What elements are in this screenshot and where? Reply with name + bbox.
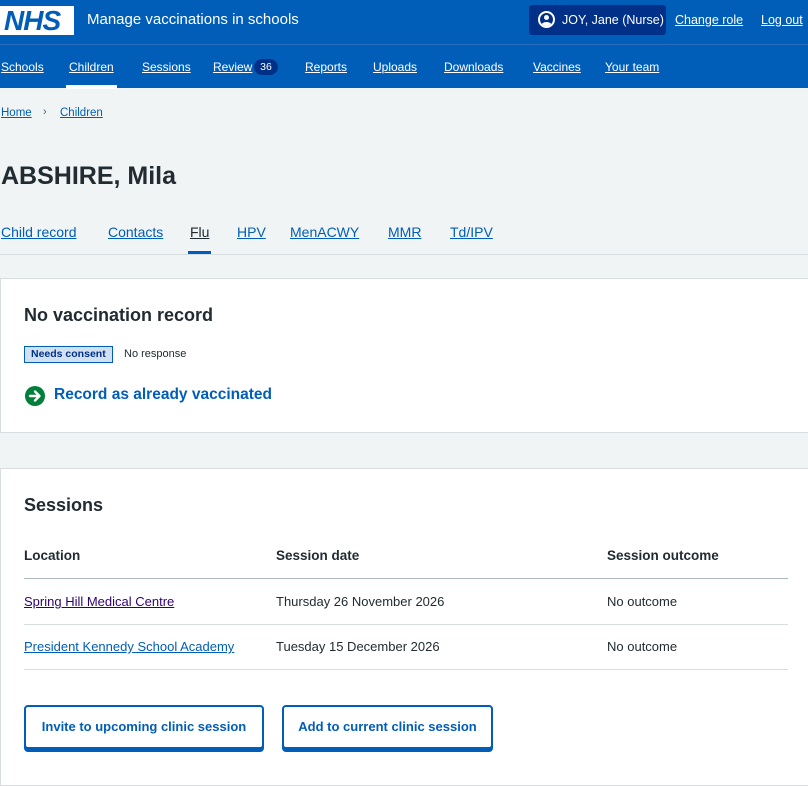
session-location-link[interactable]: Spring Hill Medical Centre — [24, 594, 174, 609]
sessions-heading: Sessions — [24, 495, 104, 515]
tab-mmr[interactable]: MMR — [388, 224, 421, 240]
tab-td-ipv[interactable]: Td/IPV — [450, 224, 493, 240]
header: NHS Manage vaccinations in schools JOY, … — [0, 0, 808, 44]
nav-item-schools[interactable]: Schools — [1, 60, 44, 74]
column-header-session-date: Session date — [276, 548, 360, 563]
vaccination-record-heading: No vaccination record — [24, 305, 214, 325]
consent-response-text: No response — [124, 348, 187, 360]
vaccination-record-card — [0, 278, 808, 433]
nhs-logo[interactable]: NHS — [0, 5, 74, 36]
record-already-vaccinated-link[interactable]: Record as already vaccinated — [54, 386, 272, 404]
add-to-current-clinic-button[interactable]: Add to current clinic session — [282, 705, 493, 749]
nav-item-your-team[interactable]: Your team — [605, 60, 659, 74]
session-date: Thursday 26 November 2026 — [276, 594, 445, 609]
user-circle-icon — [538, 11, 555, 28]
change-role-link[interactable]: Change role — [675, 13, 743, 27]
invite-to-upcoming-clinic-button[interactable]: Invite to upcoming clinic session — [24, 705, 264, 749]
session-location-link[interactable]: President Kennedy School Academy — [24, 639, 234, 654]
nav-active-indicator — [66, 85, 117, 89]
service-name[interactable]: Manage vaccinations in schools — [87, 11, 299, 28]
table-row-divider — [24, 624, 788, 625]
log-out-link[interactable]: Log out — [761, 13, 803, 27]
tab-flu[interactable]: Flu — [190, 224, 209, 240]
tab-contacts[interactable]: Contacts — [108, 224, 163, 240]
column-header-location: Location — [24, 548, 81, 563]
tab-child-record[interactable]: Child record — [1, 224, 76, 240]
primary-navigation: Schools Children Sessions Review 36 Repo… — [0, 44, 808, 89]
breadcrumb-chevron-icon: › — [43, 106, 47, 118]
tab-hpv[interactable]: HPV — [237, 224, 266, 240]
session-outcome: No outcome — [607, 594, 678, 609]
nav-item-uploads[interactable]: Uploads — [373, 60, 417, 74]
nav-item-downloads[interactable]: Downloads — [444, 60, 503, 74]
user-account: JOY, Jane (Nurse) — [529, 5, 666, 35]
status-badge: Needs consent — [24, 346, 113, 363]
nav-item-sessions[interactable]: Sessions — [142, 60, 191, 74]
tabs-divider — [0, 254, 808, 255]
nav-item-reports[interactable]: Reports — [305, 60, 347, 74]
nav-item-vaccines[interactable]: Vaccines — [533, 60, 581, 74]
tab-menacwy[interactable]: MenACWY — [290, 224, 359, 240]
review-count-badge: 36 — [254, 59, 278, 75]
nav-item-children[interactable]: Children — [69, 60, 114, 74]
user-name: JOY, Jane (Nurse) — [562, 13, 664, 27]
nhs-logo-text: NHS — [4, 5, 61, 36]
session-date: Tuesday 15 December 2026 — [276, 639, 440, 654]
column-header-session-outcome: Session outcome — [607, 548, 719, 563]
table-row-divider — [24, 669, 788, 670]
table-header-divider — [24, 578, 788, 579]
breadcrumb-home[interactable]: Home — [1, 107, 32, 119]
arrow-right-circle-icon[interactable] — [25, 386, 45, 406]
nav-item-review[interactable]: Review — [213, 60, 252, 74]
session-outcome: No outcome — [607, 639, 678, 654]
breadcrumb-children[interactable]: Children — [60, 107, 103, 119]
page-title: ABSHIRE, Mila — [1, 162, 177, 190]
